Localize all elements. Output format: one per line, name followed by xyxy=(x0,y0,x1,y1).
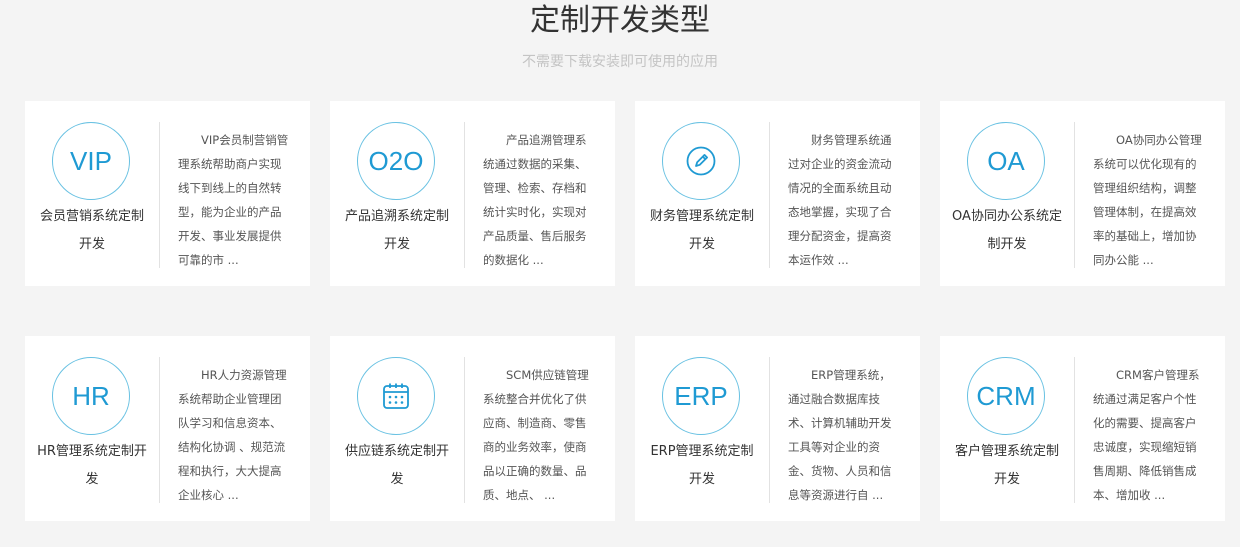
card-divider xyxy=(159,357,160,503)
oa-icon: OA xyxy=(967,122,1045,200)
card-o2o[interactable]: O2O 产品追溯系统定制开发 产品追溯管理系统通过数据的采集、管理、检索、存档和… xyxy=(330,101,615,286)
card-name[interactable]: 供应链系统定制开发 xyxy=(340,438,454,494)
card-description: OA协同办公管理系统可以优化现有的管理组织结构，调整管理体制，在提高效率的基础上… xyxy=(1093,133,1202,267)
card-divider xyxy=(159,122,160,268)
card-description: VIP会员制营销管理系统帮助商户实现线下到线上的自然转型，能为企业的产品开发、事… xyxy=(178,133,289,267)
hr-icon: HR xyxy=(52,357,130,435)
card-crm[interactable]: CRM 客户管理系统定制开发 CRM客户管理系统通过满足客户个性化的需要、提高客… xyxy=(940,336,1225,521)
card-name[interactable]: OA协同办公系统定制开发 xyxy=(950,203,1064,259)
card-name[interactable]: 会员营销系统定制开发 xyxy=(35,203,149,259)
pen-icon xyxy=(662,122,740,200)
card-description: SCM供应链管理系统整合并优化了供应商、制造商、零售商的业务效率，使商品以正确的… xyxy=(483,368,589,502)
page-title: 定制开发类型 xyxy=(530,3,710,38)
page-subtitle: 不需要下载安装即可使用的应用 xyxy=(522,54,718,70)
card-description: HR人力资源管理系统帮助企业管理团队学习和信息资本、结构化协调 、规范流程和执行… xyxy=(178,368,287,502)
crm-icon: CRM xyxy=(967,357,1045,435)
card-name[interactable]: 客户管理系统定制开发 xyxy=(950,438,1064,494)
card-divider xyxy=(769,357,770,503)
card-name[interactable]: 产品追溯系统定制开发 xyxy=(340,203,454,259)
card-oa[interactable]: OA OA协同办公系统定制开发 OA协同办公管理系统可以优化现有的管理组织结构，… xyxy=(940,101,1225,286)
card-divider xyxy=(464,122,465,268)
card-vip[interactable]: VIP 会员营销系统定制开发 VIP会员制营销管理系统帮助商户实现线下到线上的自… xyxy=(25,101,310,286)
card-finance[interactable]: 财务管理系统定制开发 财务管理系统通过对企业的资金流动情况的全面系统且动态地掌握… xyxy=(635,101,920,286)
card-divider xyxy=(1074,122,1075,268)
card-description: 产品追溯管理系统通过数据的采集、管理、检索、存档和统计实时化，实现对产品质量、售… xyxy=(483,133,587,267)
card-description: ERP管理系统，通过融合数据库技术、计算机辅助开发工具等对企业的资金、货物、人员… xyxy=(788,368,892,502)
card-divider xyxy=(769,122,770,268)
card-divider xyxy=(464,357,465,503)
card-divider xyxy=(1074,357,1075,503)
card-hr[interactable]: HR HR管理系统定制开发 HR人力资源管理系统帮助企业管理团队学习和信息资本、… xyxy=(25,336,310,521)
erp-icon: ERP xyxy=(662,357,740,435)
card-name[interactable]: 财务管理系统定制开发 xyxy=(645,203,759,259)
card-description: CRM客户管理系统通过满足客户个性化的需要、提高客户忠诚度，实现缩短销售周期、降… xyxy=(1093,368,1200,502)
calendar-icon xyxy=(357,357,435,435)
card-name[interactable]: HR管理系统定制开发 xyxy=(35,438,149,494)
vip-icon: VIP xyxy=(52,122,130,200)
card-description: 财务管理系统通过对企业的资金流动情况的全面系统且动态地掌握，实现了合理分配资金，… xyxy=(788,133,892,267)
o2o-icon: O2O xyxy=(357,122,435,200)
card-name[interactable]: ERP管理系统定制开发 xyxy=(645,438,759,494)
card-erp[interactable]: ERP ERP管理系统定制开发 ERP管理系统，通过融合数据库技术、计算机辅助开… xyxy=(635,336,920,521)
card-scm[interactable]: 供应链系统定制开发 SCM供应链管理系统整合并优化了供应商、制造商、零售商的业务… xyxy=(330,336,615,521)
